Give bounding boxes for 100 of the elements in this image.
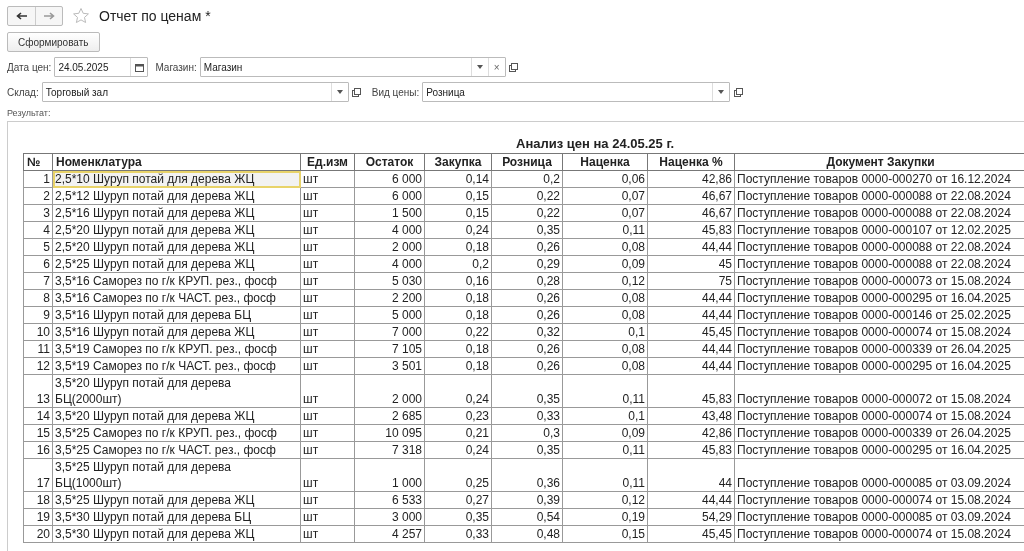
- item-name-cell[interactable]: 3,5*30 Шуруп потай для дерева БЦ: [52, 508, 301, 526]
- row-number: 3: [23, 204, 53, 222]
- row-number: 13: [23, 374, 53, 408]
- table-cell: 0,06: [562, 170, 648, 188]
- table-cell: 0,33: [491, 407, 563, 425]
- table-cell: шт: [300, 272, 355, 290]
- item-name-cell[interactable]: 3,5*19 Саморез по г/к КРУП. рез., фосф: [52, 340, 301, 358]
- table-cell: 5 030: [354, 272, 425, 290]
- table-cell: шт: [300, 238, 355, 256]
- table-cell: 0,27: [424, 491, 492, 509]
- table-cell: 0,14: [424, 170, 492, 188]
- open-icon[interactable]: [733, 87, 743, 97]
- table-cell: 42,86: [647, 170, 735, 188]
- item-name-cell[interactable]: 3,5*25 Шуруп потай для дерева ЖЦ: [52, 491, 301, 509]
- store-field[interactable]: Магазин ×: [199, 57, 506, 77]
- row-number: 18: [23, 491, 53, 509]
- table-cell: 0,2: [424, 255, 492, 273]
- table-cell: 45,83: [647, 374, 735, 408]
- item-name-cell[interactable]: 3,5*16 Саморез по г/к ЧАСТ. рез., фосф: [52, 289, 301, 307]
- item-name-cell[interactable]: 3,5*30 Шуруп потай для дерева ЖЦ: [52, 525, 301, 543]
- table-cell: 44,44: [647, 491, 735, 509]
- table-cell: 0,11: [562, 221, 648, 239]
- row-number: 5: [23, 238, 53, 256]
- table-cell: шт: [300, 441, 355, 459]
- table-cell: 6 000: [354, 187, 425, 205]
- item-name-cell[interactable]: 3,5*20 Шуруп потай для дерева ЖЦ: [52, 407, 301, 425]
- table-cell: шт: [300, 525, 355, 543]
- table-cell: шт: [300, 374, 355, 408]
- generate-button[interactable]: Сформировать: [7, 32, 100, 52]
- date-field[interactable]: 24.05.2025: [54, 57, 149, 77]
- table-cell: 45,83: [647, 221, 735, 239]
- item-name-cell[interactable]: 2,5*25 Шуруп потай для дерева ЖЦ: [52, 255, 301, 273]
- table-cell: 0,15: [424, 187, 492, 205]
- item-name-cell[interactable]: 3,5*25 Саморез по г/к КРУП. рез., фосф: [52, 424, 301, 442]
- table-cell: 0,22: [424, 323, 492, 341]
- table-cell: 0,12: [562, 272, 648, 290]
- item-name-cell[interactable]: 3,5*16 Саморез по г/к КРУП. рез., фосф: [52, 272, 301, 290]
- table-cell: 0,26: [491, 238, 563, 256]
- window-title: Отчет по ценам *: [99, 8, 211, 24]
- table-cell: шт: [300, 424, 355, 442]
- table-cell: 0,48: [491, 525, 563, 543]
- table-cell: 4 000: [354, 221, 425, 239]
- table-cell: 0,08: [562, 340, 648, 358]
- row-number: 16: [23, 441, 53, 459]
- table-cell: 0,2: [491, 170, 563, 188]
- dropdown-icon[interactable]: [336, 90, 343, 94]
- item-name-cell[interactable]: 2,5*16 Шуруп потай для дерева ЖЦ: [52, 204, 301, 222]
- price-type-field[interactable]: Розница: [422, 82, 731, 102]
- item-name-cell[interactable]: 3,5*16 Шуруп потай для дерева ЖЦ: [52, 323, 301, 341]
- item-name-cell[interactable]: 3,5*25 Саморез по г/к ЧАСТ. рез., фосф: [52, 441, 301, 459]
- dropdown-icon[interactable]: [718, 90, 725, 94]
- table-cell: 45,83: [647, 441, 735, 459]
- table-cell: шт: [300, 187, 355, 205]
- item-name-cell[interactable]: 2,5*20 Шуруп потай для дерева ЖЦ: [52, 221, 301, 239]
- table-cell: шт: [300, 204, 355, 222]
- table-cell: 0,07: [562, 187, 648, 205]
- table-cell: 42,86: [647, 424, 735, 442]
- table-cell: 46,67: [647, 187, 735, 205]
- dropdown-icon[interactable]: [476, 65, 483, 69]
- table-cell: 0,3: [491, 424, 563, 442]
- table-cell: 0,21: [424, 424, 492, 442]
- star-icon[interactable]: [72, 7, 90, 25]
- item-name-cell[interactable]: 2,5*20 Шуруп потай для дерева ЖЦ: [52, 238, 301, 256]
- table-cell: 0,11: [562, 458, 648, 492]
- item-name-cell[interactable]: 2,5*12 Шуруп потай для дерева ЖЦ: [52, 187, 301, 205]
- open-icon[interactable]: [352, 87, 362, 97]
- table-cell: 0,32: [491, 323, 563, 341]
- column-header: Остаток: [354, 153, 425, 171]
- table-cell: 0,54: [491, 508, 563, 526]
- table-cell: 0,35: [491, 221, 563, 239]
- clear-button[interactable]: ×: [487, 58, 505, 76]
- table-cell: 0,35: [424, 508, 492, 526]
- table-cell: 0,16: [424, 272, 492, 290]
- result-label: Результат:: [7, 108, 51, 118]
- table-cell: 0,24: [424, 221, 492, 239]
- table-cell: 0,08: [562, 357, 648, 375]
- warehouse-field[interactable]: Торговый зал: [41, 82, 349, 102]
- table-cell: 6 000: [354, 170, 425, 188]
- row-number: 15: [23, 424, 53, 442]
- table-cell: 0,22: [491, 204, 563, 222]
- open-icon[interactable]: [509, 62, 519, 72]
- table-cell: 0,18: [424, 340, 492, 358]
- table-cell: 46,67: [647, 204, 735, 222]
- table-cell: 0,08: [562, 289, 648, 307]
- item-name-cell[interactable]: 3,5*20 Шуруп потай для дерева БЦ(2000шт): [52, 374, 301, 408]
- table-cell: 44: [647, 458, 735, 492]
- item-name-cell[interactable]: 3,5*25 Шуруп потай для дерева БЦ(1000шт): [52, 458, 301, 492]
- item-name-cell[interactable]: 3,5*16 Шуруп потай для дерева БЦ: [52, 306, 301, 324]
- item-name-cell[interactable]: 3,5*19 Саморез по г/к ЧАСТ. рез., фосф: [52, 357, 301, 375]
- table-cell: 0,07: [562, 204, 648, 222]
- row-number: 17: [23, 458, 53, 492]
- table-cell: 0,15: [424, 204, 492, 222]
- table-cell: шт: [300, 491, 355, 509]
- table-cell: 0,29: [491, 255, 563, 273]
- calendar-icon[interactable]: [134, 62, 144, 72]
- column-header: Наценка: [562, 153, 648, 171]
- field-label: Дата цен:: [7, 61, 52, 73]
- table-cell: 1 000: [354, 458, 425, 492]
- table-cell: 0,24: [424, 374, 492, 408]
- table-cell: 44,44: [647, 289, 735, 307]
